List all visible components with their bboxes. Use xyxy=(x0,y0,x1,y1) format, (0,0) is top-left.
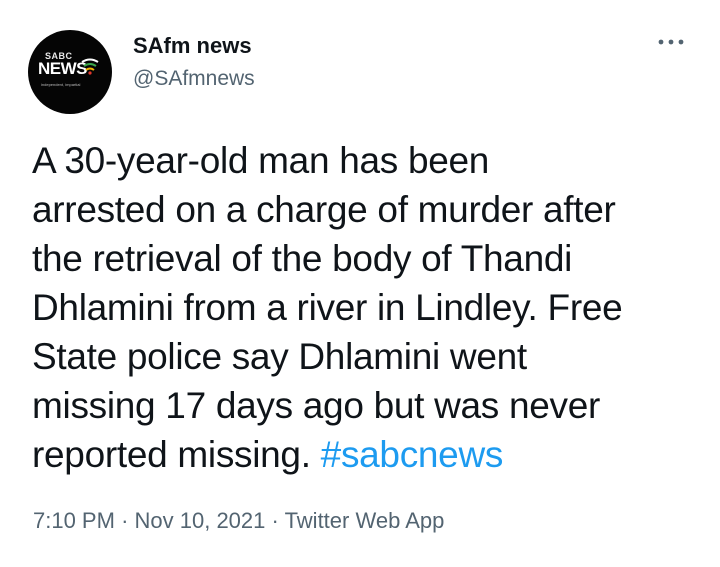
logo-tagline: independent, impartial xyxy=(41,82,81,87)
tweet-text: A 30-year-old man has been arrested on a… xyxy=(32,136,704,479)
avatar[interactable]: SABC NEWS independent, impartial xyxy=(28,30,112,114)
tweet-line: Dhlamini from a river in Lindley. Free xyxy=(32,287,623,328)
tweet-meta: 7:10 PM · Nov 10, 2021 · Twitter Web App xyxy=(33,508,444,534)
tweet-line-last: reported missing. #sabcnews xyxy=(32,430,704,479)
author-handle[interactable]: @SAfmnews xyxy=(133,67,255,91)
more-options-button[interactable] xyxy=(656,36,686,48)
tweet-line: A 30-year-old man has been xyxy=(32,140,490,181)
tweet-line: missing 17 days ago but was never xyxy=(32,385,601,426)
hashtag-link[interactable]: #sabcnews xyxy=(321,434,504,475)
meta-separator: · xyxy=(271,508,279,533)
tweet-date[interactable]: Nov 10, 2021 xyxy=(135,508,266,533)
tweet-line: the retrieval of the body of Thandi xyxy=(32,238,573,279)
tweet-source[interactable]: Twitter Web App xyxy=(285,508,445,533)
broadcast-wave-icon xyxy=(81,58,99,75)
tweet-time[interactable]: 7:10 PM xyxy=(33,508,115,533)
more-horizontal-icon xyxy=(658,39,684,45)
tweet-line: arrested on a charge of murder after xyxy=(32,189,616,230)
author-name[interactable]: SAfm news xyxy=(133,33,252,59)
tweet-line-text: reported missing. xyxy=(32,434,321,475)
tweet-line: State police say Dhlamini went xyxy=(32,336,527,377)
meta-separator: · xyxy=(121,508,129,533)
